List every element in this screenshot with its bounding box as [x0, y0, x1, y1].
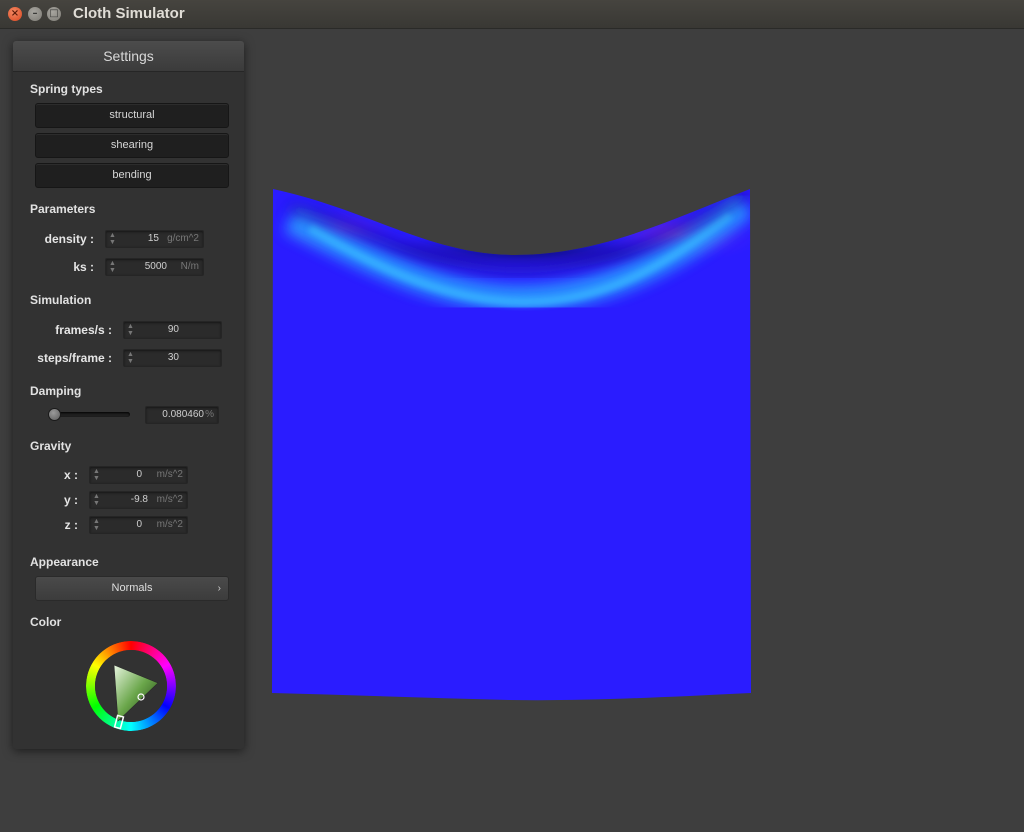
density-field[interactable]: ▲ ▼ 15 g/cm^2 [105, 230, 204, 248]
gravity-y-unit: m/s^2 [156, 494, 183, 505]
damping-field[interactable]: 0.080460 % [145, 406, 219, 424]
close-icon[interactable]: × [8, 7, 22, 21]
color-wheel[interactable] [86, 641, 176, 731]
gravity-x-label: x : [63, 468, 78, 482]
spinner-arrows-icon[interactable]: ▲ ▼ [93, 518, 100, 532]
ks-unit: N/m [180, 261, 199, 272]
shearing-toggle-button[interactable]: shearing [35, 133, 229, 158]
spinner-arrows-icon[interactable]: ▲ ▼ [93, 493, 100, 507]
window-title: Cloth Simulator [73, 5, 185, 22]
spinner-arrows-icon[interactable]: ▲ ▼ [109, 232, 116, 246]
simulation-viewport[interactable] [250, 30, 1024, 828]
damping-slider-handle[interactable] [48, 408, 62, 421]
spring-types-heading: Spring types [30, 82, 103, 96]
appearance-dropdown[interactable]: Normals › [35, 576, 229, 601]
spinner-arrows-icon[interactable]: ▲ ▼ [127, 323, 134, 337]
damping-slider[interactable] [50, 412, 130, 417]
ks-value: 5000 [144, 261, 167, 272]
gravity-heading: Gravity [30, 439, 72, 453]
steps-value: 30 [167, 352, 179, 363]
spinner-arrows-icon[interactable]: ▲ ▼ [93, 468, 100, 482]
structural-toggle-button[interactable]: structural [35, 103, 229, 128]
title-bar: × – □ Cloth Simulator [0, 0, 1024, 29]
damping-unit: % [205, 409, 214, 420]
cloth-render [272, 189, 751, 701]
density-value: 15 [147, 233, 159, 244]
gravity-z-field[interactable]: ▲ ▼ 0 m/s^2 [89, 516, 188, 534]
fps-value: 90 [167, 324, 179, 335]
gravity-y-value: -9.8 [130, 494, 148, 505]
maximize-icon[interactable]: □ [47, 7, 61, 21]
steps-field[interactable]: ▲ ▼ 30 [123, 349, 222, 367]
damping-heading: Damping [30, 384, 82, 398]
spinner-arrows-icon[interactable]: ▲ ▼ [127, 351, 134, 365]
gravity-x-field[interactable]: ▲ ▼ 0 m/s^2 [89, 466, 188, 484]
gravity-z-value: 0 [136, 519, 142, 530]
gravity-y-field[interactable]: ▲ ▼ -9.8 m/s^2 [89, 491, 188, 509]
ks-label: ks : [73, 260, 94, 274]
chevron-right-icon: › [217, 583, 221, 594]
density-unit: g/cm^2 [167, 233, 199, 244]
damping-value: 0.080460 [162, 409, 204, 420]
simulation-heading: Simulation [30, 293, 92, 307]
appearance-heading: Appearance [30, 555, 99, 569]
appearance-selected: Normals [111, 582, 153, 594]
ks-field[interactable]: ▲ ▼ 5000 N/m [105, 258, 204, 276]
gravity-y-label: y : [63, 493, 78, 507]
settings-panel: Settings Spring types structural shearin… [13, 41, 244, 749]
panel-title[interactable]: Settings [13, 41, 244, 72]
density-label: density : [44, 232, 94, 246]
color-heading: Color [30, 615, 62, 629]
minimize-icon[interactable]: – [28, 7, 42, 21]
spinner-arrows-icon[interactable]: ▲ ▼ [109, 260, 116, 274]
fps-field[interactable]: ▲ ▼ 90 [123, 321, 222, 339]
fps-label: frames/s : [55, 323, 112, 337]
steps-label: steps/frame : [37, 351, 112, 365]
gravity-z-label: z : [64, 518, 78, 532]
gravity-x-value: 0 [136, 469, 142, 480]
parameters-heading: Parameters [30, 202, 96, 216]
gravity-z-unit: m/s^2 [156, 519, 183, 530]
gravity-x-unit: m/s^2 [156, 469, 183, 480]
bending-toggle-button[interactable]: bending [35, 163, 229, 188]
